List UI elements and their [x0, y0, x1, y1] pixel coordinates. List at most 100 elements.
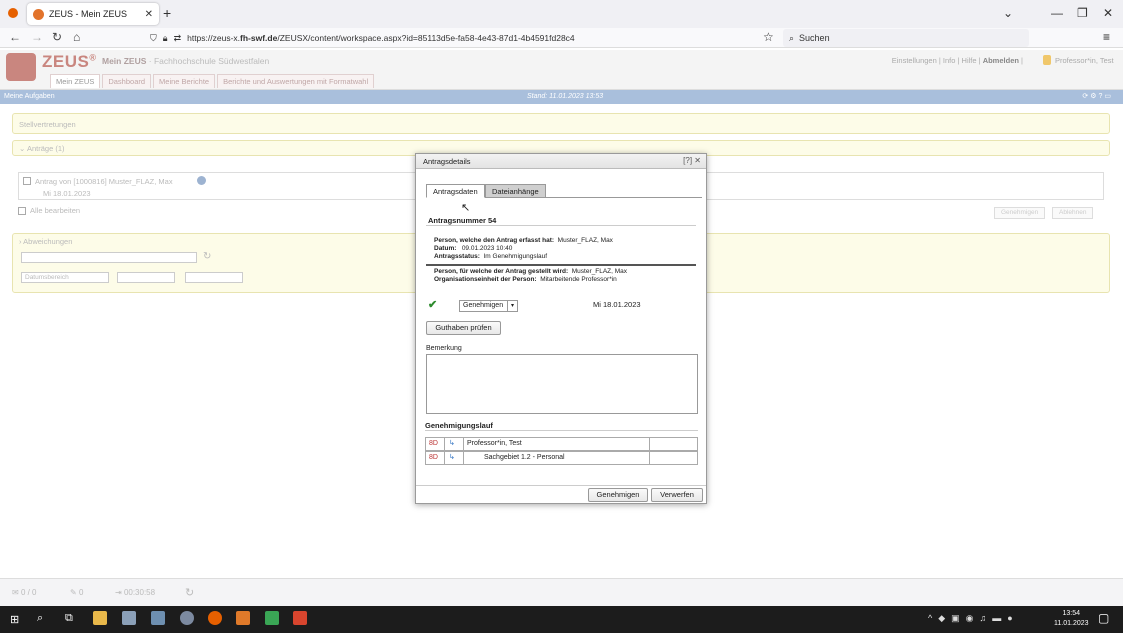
antrag-date: Mi 18.01.2023 [43, 189, 91, 198]
tab-dashboard[interactable]: Dashboard [102, 74, 152, 88]
close-icon[interactable]: ✕ [694, 156, 701, 165]
arrow-icon: ↳ [445, 452, 464, 464]
antrag-checkbox[interactable] [23, 177, 31, 185]
divider [425, 430, 698, 431]
date-from-select[interactable] [117, 272, 175, 283]
close-window-icon[interactable]: ✕ [1103, 6, 1113, 20]
header-links: Einstellungen | Info | Hilfe | Abmelden … [891, 56, 1023, 65]
tab-meine-berichte[interactable]: Meine Berichte [153, 74, 216, 88]
app-title: Mein ZEUS · Fachhochschule Südwestfalen [102, 56, 270, 66]
url-domain: fh-swf.de [240, 33, 278, 43]
reload-icon[interactable]: ↻ [52, 30, 62, 44]
url-bar[interactable]: ⛉ 🔒︎ ⇄ https://zeus-x.fh-swf.de/ZEUSX/co… [150, 29, 780, 47]
lauf-name: Sachgebiet 1.2 - Personal [464, 452, 650, 464]
search-input[interactable]: ⌕ Suchen [783, 29, 1029, 47]
bookmark-star-icon[interactable]: ☆ [763, 30, 774, 44]
taskbar-clock[interactable]: 13:54 11.01.2023 [1054, 609, 1089, 629]
abweichungen-select[interactable] [21, 252, 197, 263]
divider [426, 225, 696, 226]
tab-title: ZEUS - Mein ZEUS [49, 9, 128, 19]
antragsdetails-dialog: Antragsdetails [?] ✕ Antragsdaten Dateia… [415, 153, 707, 504]
tab-antragsdaten[interactable]: Antragsdaten [426, 184, 485, 198]
guthaben-pruefen-button[interactable]: Guthaben prüfen [426, 321, 501, 335]
app-icon[interactable] [151, 611, 165, 625]
link-einstellungen[interactable]: Einstellungen [892, 56, 937, 65]
edits-counter[interactable]: ✎ 0 [70, 588, 83, 597]
user-icon [1043, 55, 1051, 65]
bemerkung-label: Bemerkung [426, 345, 462, 352]
hamburger-menu-icon[interactable]: ≡ [1103, 30, 1110, 44]
lock-icon: 🔒︎ [162, 32, 168, 43]
datumsbereich-select[interactable]: Datumsbereich [21, 272, 109, 283]
settings-app-icon[interactable] [180, 611, 194, 625]
firefox-taskbar-icon[interactable] [208, 611, 222, 625]
file-explorer-icon[interactable] [93, 611, 107, 625]
home-icon[interactable]: ⌂ [73, 30, 80, 44]
tab-list-icon[interactable]: ⌄ [1003, 6, 1013, 20]
alle-checkbox[interactable] [18, 206, 26, 215]
decision-select[interactable]: Genehmigen ▾ [459, 300, 518, 312]
refresh-icon[interactable]: ↻ [185, 586, 194, 599]
user-menu[interactable]: Professor*in, Test [1043, 55, 1114, 65]
approver-icon: 8D [426, 438, 445, 450]
info-icon[interactable] [197, 176, 206, 185]
browser-tab[interactable]: ZEUS - Mein ZEUS ✕ [27, 3, 159, 25]
lauf-row: 8D ↳ Sachgebiet 1.2 - Personal [425, 451, 698, 465]
refresh-icon[interactable]: ↻ [203, 251, 211, 262]
system-tray[interactable]: ^◆▣◉♫▬● [928, 613, 1019, 624]
antrag-title[interactable]: Antrag von [1000816] Muster_FLAZ, Max [35, 177, 173, 186]
tab-mein-zeus[interactable]: Mein ZEUS [50, 74, 101, 88]
link-info[interactable]: Info [943, 56, 956, 65]
url-prefix: https://zeus-x. [187, 33, 241, 43]
back-icon[interactable]: ← [9, 30, 21, 44]
recorder-icon[interactable] [293, 611, 307, 625]
zeus-taskbar-icon[interactable] [236, 611, 250, 625]
status-bar: ✉ 0 / 0 ✎ 0 ⇥ 00:30:58 ↻ [0, 578, 1123, 606]
section-toolbar-icons[interactable]: ⟳⚙?▭ [1082, 92, 1113, 100]
forward-icon[interactable]: → [31, 30, 43, 44]
divider [426, 264, 696, 266]
notification-icon[interactable]: ▢ [1098, 611, 1109, 625]
divider [416, 485, 706, 486]
notepad-icon[interactable] [122, 611, 136, 625]
link-hilfe[interactable]: Hilfe [962, 56, 977, 65]
firefox-menu-icon[interactable] [8, 8, 18, 18]
dialog-title: Antragsdetails [416, 154, 706, 169]
dialog-tabs: Antragsdaten Dateianhänge [426, 184, 702, 198]
zeus-logo-text: ZEUS® [42, 52, 97, 71]
bulk-ablehnen-button[interactable]: Ablehnen [1052, 207, 1094, 219]
tab-dateianhaenge[interactable]: Dateianhänge [485, 184, 546, 198]
search-placeholder: Suchen [799, 33, 830, 43]
tab-berichte-auswertungen[interactable]: Berichte und Auswertungen mit Formatwahl [217, 74, 375, 88]
task-view-icon[interactable]: ⧉ [65, 612, 73, 625]
zeus-favicon-icon [33, 8, 44, 20]
session-timer: ⇥ 00:30:58 [115, 588, 156, 597]
erfasst-block: Person, welche den Antrag erfasst hat: M… [434, 237, 613, 260]
genehmigen-button[interactable]: Genehmigen [588, 488, 648, 502]
approver-icon: 8D [426, 452, 445, 464]
genehmigungslauf-heading: Genehmigungslauf [425, 421, 493, 430]
arrow-icon: ↳ [445, 438, 464, 450]
chevron-down-icon: ▾ [507, 301, 517, 311]
close-tab-icon[interactable]: ✕ [145, 9, 153, 20]
camtasia-icon[interactable] [265, 611, 279, 625]
messages-counter[interactable]: ✉ 0 / 0 [12, 588, 37, 597]
search-icon[interactable]: ⌕ [37, 612, 43, 625]
new-tab-icon[interactable]: + [163, 5, 171, 21]
bemerkung-textarea[interactable] [426, 354, 698, 414]
permissions-icon: ⇄ [173, 32, 182, 43]
check-icon: ✔ [428, 299, 438, 311]
user-name: Professor*in, Test [1055, 55, 1114, 65]
alle-bearbeiten[interactable]: Alle bearbeiten [18, 206, 80, 215]
dialog-controls[interactable]: [?] ✕ [683, 156, 701, 165]
date-to-select[interactable] [185, 272, 243, 283]
logout-link[interactable]: Abmelden [983, 56, 1019, 65]
panel-label: ⌄ Anträge (1) [19, 144, 65, 153]
app-tabs: Mein ZEUS Dashboard Meine Berichte Beric… [50, 74, 375, 88]
bulk-genehmigen-button[interactable]: Genehmigen [994, 207, 1046, 219]
restore-icon[interactable]: ❐ [1077, 6, 1088, 20]
minimize-icon[interactable]: — [1051, 6, 1063, 20]
windows-start-icon[interactable]: ⊞ [10, 613, 19, 626]
help-icon[interactable]: [?] [683, 156, 692, 165]
verwerfen-button[interactable]: Verwerfen [651, 488, 703, 502]
